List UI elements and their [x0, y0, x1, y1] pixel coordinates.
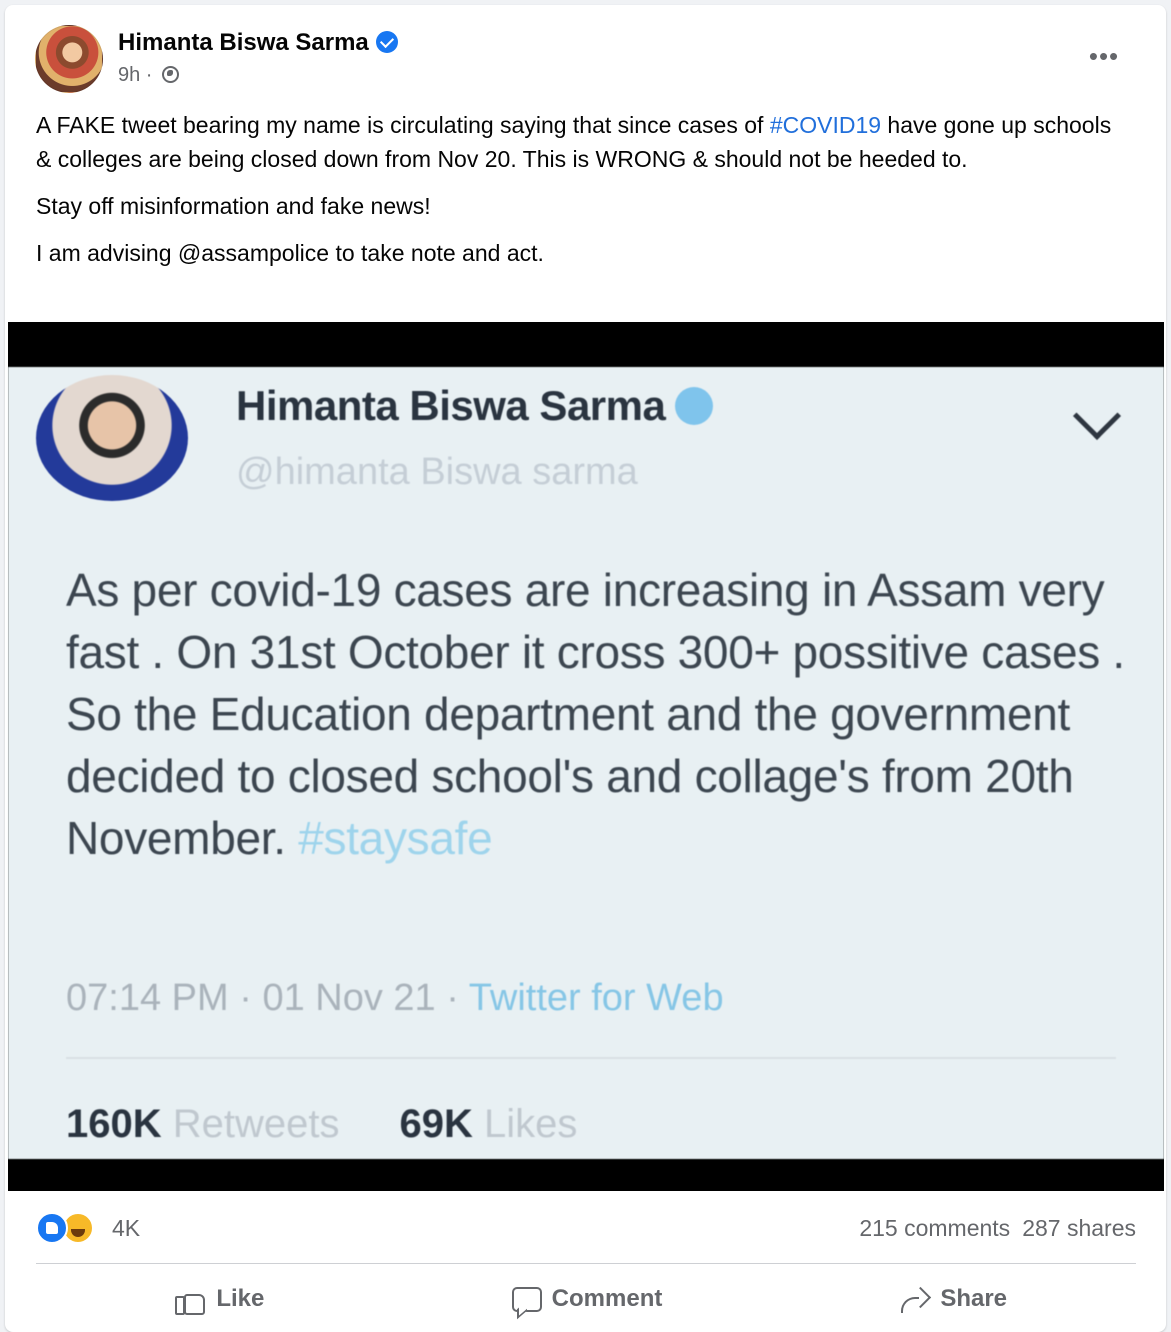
- shares-count[interactable]: 287 shares: [1022, 1215, 1136, 1241]
- more-options-button[interactable]: •••: [1082, 41, 1126, 71]
- post-paragraph-2: Stay off misinformation and fake news!: [36, 193, 431, 219]
- likes-count: 69K: [399, 1102, 473, 1146]
- author-name[interactable]: Himanta Biswa Sarma: [118, 29, 369, 56]
- post-paragraph-1: A FAKE tweet bearing my name is circulat…: [36, 108, 1131, 176]
- tweet-hashtag: #staysafe: [298, 812, 493, 864]
- tweet-verified-icon: [675, 387, 714, 425]
- tweet-body: As per covid-19 cases are increasing in …: [66, 559, 1126, 869]
- tweet-divider: [66, 1057, 1116, 1059]
- like-label: Like: [216, 1285, 265, 1312]
- tweet-author-row: Himanta Biswa Sarma: [236, 382, 714, 430]
- tweet-handle: @himanta Biswa sarma: [236, 451, 638, 493]
- comment-label: Comment: [551, 1285, 663, 1312]
- engagement-counts: 215 comments 287 shares: [859, 1215, 1136, 1242]
- tweet-counts: 160K Retweets 69K Likes: [66, 1102, 577, 1147]
- author-name-row: Himanta Biswa Sarma: [118, 29, 398, 57]
- share-arrow-icon: [898, 1284, 928, 1314]
- share-button[interactable]: Share: [769, 1275, 1136, 1323]
- facebook-post: Himanta Biswa Sarma 9h · ••• A FAKE twee…: [5, 5, 1166, 1332]
- reactions-count[interactable]: 4K: [112, 1215, 140, 1242]
- comments-count[interactable]: 215 comments: [859, 1215, 1010, 1241]
- post-timestamp[interactable]: 9h: [118, 64, 140, 86]
- chevron-down-icon: [1072, 391, 1122, 441]
- action-divider: [36, 1263, 1136, 1264]
- tweet-text: As per covid-19 cases are increasing in …: [66, 564, 1125, 864]
- likes-label: Likes: [484, 1102, 578, 1146]
- comment-bubble-icon: [510, 1284, 542, 1314]
- retweets-label: Retweets: [172, 1102, 340, 1146]
- comment-button[interactable]: Comment: [403, 1275, 770, 1323]
- post-meta: 9h ·: [118, 64, 180, 87]
- tweet-time: 07:14 PM: [66, 977, 229, 1019]
- fake-tweet-screenshot: Himanta Biswa Sarma @himanta Biswa sarma…: [8, 367, 1164, 1159]
- tweet-source: Twitter for Web: [468, 977, 724, 1019]
- tweet-avatar: [36, 375, 188, 501]
- post-text-segment: A FAKE tweet bearing my name is circulat…: [36, 112, 770, 138]
- covid19-hashtag-link[interactable]: #COVID19: [770, 112, 881, 138]
- like-reaction-icon: [36, 1212, 68, 1244]
- post-text: A FAKE tweet bearing my name is circulat…: [36, 108, 1131, 283]
- retweets-count: 160K: [66, 1102, 162, 1146]
- tweet-meta: 07:14 PM · 01 Nov 21 · Twitter for Web: [66, 977, 724, 1019]
- like-button[interactable]: Like: [36, 1275, 403, 1323]
- post-paragraph-3: I am advising @assampolice to take note …: [36, 240, 544, 266]
- meta-separator: ·: [140, 64, 159, 86]
- verified-badge-icon: [375, 31, 398, 53]
- post-actions: Like Comment Share: [36, 1275, 1136, 1323]
- author-avatar[interactable]: [35, 25, 103, 93]
- thumbs-up-icon: [174, 1284, 206, 1315]
- post-image[interactable]: Himanta Biswa Sarma @himanta Biswa sarma…: [8, 322, 1164, 1191]
- tweet-date: 01 Nov 21: [262, 977, 436, 1019]
- tweet-author-name: Himanta Biswa Sarma: [236, 382, 666, 429]
- globe-icon[interactable]: [162, 66, 180, 83]
- share-label: Share: [940, 1285, 1008, 1312]
